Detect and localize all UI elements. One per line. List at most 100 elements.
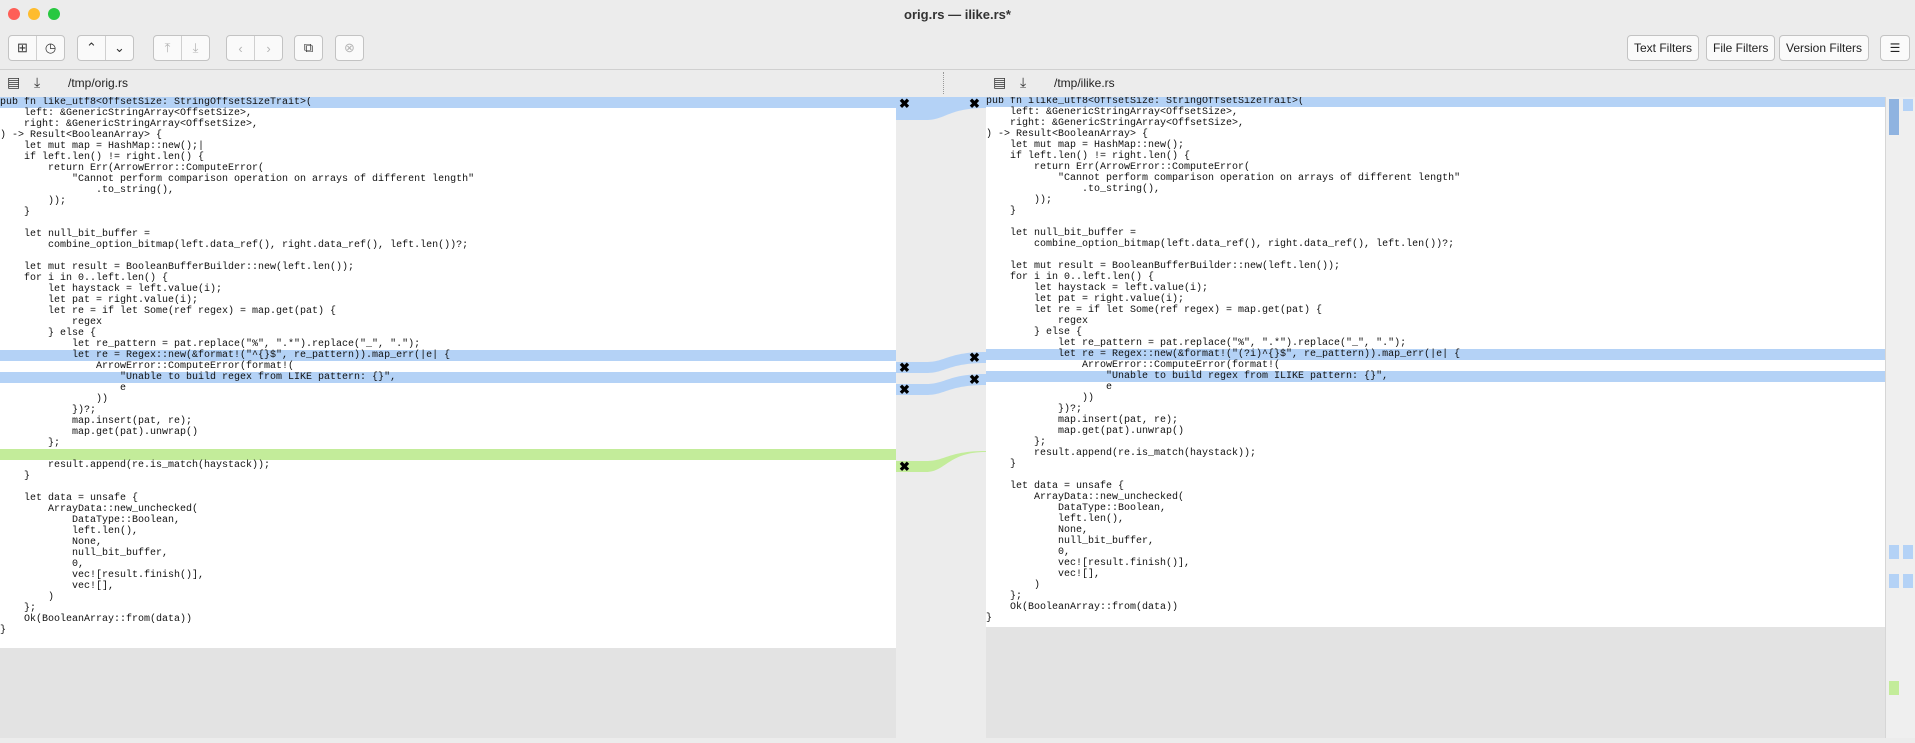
left-code-line: let haystack = left.value(i); (0, 284, 223, 295)
right-code-line: } (986, 206, 1017, 217)
right-code-line: )); (986, 195, 1053, 206)
left-text-area[interactable]: pub fn like_utf8<OffsetSize: StringOffse… (0, 97, 896, 648)
merge-change-1-icon[interactable]: ✖ (899, 97, 910, 110)
left-text-pane[interactable]: pub fn like_utf8<OffsetSize: StringOffse… (0, 97, 896, 738)
left-code-line: return Err(ArrowError::ComputeError( (0, 163, 265, 174)
right-file-path[interactable]: /tmp/ilike.rs (1054, 76, 1115, 90)
right-code-line: } else { (986, 327, 1083, 338)
right-code-line: "Cannot perform comparison operation on … (986, 173, 1461, 184)
right-code-line: 0, (986, 547, 1071, 558)
right-code-line: null_bit_buffer, (986, 536, 1155, 547)
last-difference-icon: ⤓ (192, 40, 199, 55)
right-code-line: None, (986, 525, 1089, 536)
left-code-line: } else { (0, 328, 97, 339)
left-code-line: )) (0, 394, 109, 405)
right-code-line: vec![], (986, 569, 1101, 580)
left-code-line: map.get(pat).unwrap() (0, 427, 199, 438)
left-code-line: if left.len() != right.len() { (0, 152, 205, 163)
prev-difference-icon: ⌃ (86, 40, 97, 55)
stop-button[interactable]: ⊗ (336, 36, 363, 60)
diff-overview-scrollbar[interactable] (1885, 97, 1915, 738)
right-code-line: combine_option_bitmap(left.data_ref(), r… (986, 239, 1455, 250)
window-title: orig.rs — ilike.rs* (904, 7, 1011, 22)
left-code-line: ArrayData::new_unchecked( (0, 504, 199, 515)
menu-button[interactable]: ☰ (1880, 35, 1910, 61)
scroll-thumb[interactable] (1889, 99, 1899, 135)
left-file-icon[interactable]: ▤ (7, 74, 20, 91)
right-code-line: vec![result.finish()], (986, 558, 1191, 569)
right-code-line: } (986, 613, 993, 624)
swap-sides-button[interactable]: ⧉ (295, 36, 322, 60)
new-comparison-button[interactable]: ⊞ (9, 36, 37, 60)
right-code-line: right: &GenericStringArray<OffsetSize>, (986, 118, 1245, 129)
right-code-line: e (986, 382, 1113, 393)
right-code-line: let null_bit_buffer = (986, 228, 1137, 239)
left-code-line: }; (0, 438, 61, 449)
last-difference-button[interactable]: ⤓ (182, 36, 209, 60)
history-nav-group: ‹ › (226, 35, 283, 61)
right-code-line: ) -> Result<BooleanArray> { (986, 129, 1149, 140)
left-code-line: )); (0, 196, 67, 207)
right-code-line: let data = unsafe { (986, 481, 1125, 492)
right-code-line: ArrowError::ComputeError(format!( (986, 360, 1281, 371)
left-code-line: "Cannot perform comparison operation on … (0, 174, 475, 185)
difference-nav-group: ⌃ ⌄ (77, 35, 134, 61)
forward-button[interactable]: › (255, 36, 282, 60)
merge-right-change-3-icon[interactable]: ✖ (969, 373, 980, 386)
file-filters-button[interactable]: File Filters (1706, 35, 1776, 61)
left-code-line: .to_string(), (0, 185, 175, 196)
left-code-line: let data = unsafe { (0, 493, 139, 504)
forward-icon: › (266, 40, 271, 56)
left-code-line: pub fn like_utf8<OffsetSize: StringOffse… (0, 97, 313, 108)
next-difference-button[interactable]: ⌄ (106, 36, 133, 60)
right-code-line: let mut result = BooleanBufferBuilder::n… (986, 261, 1341, 272)
right-code-line: .to_string(), (986, 184, 1161, 195)
right-code-line: ArrayData::new_unchecked( (986, 492, 1185, 503)
right-save-icon[interactable]: ⤓ (1020, 74, 1026, 91)
left-code-line: result.append(re.is_match(haystack)); (0, 460, 271, 471)
left-code-line: ) (0, 592, 55, 603)
text-filters-button[interactable]: Text Filters (1627, 35, 1700, 61)
toolbar: ⊞ ◷ ⌃ ⌄ ⤒ ⤓ ‹ › ⧉ ⊗ Text Filters File Fi… (0, 29, 1915, 70)
left-code-line: } (0, 471, 31, 482)
right-code-line: let haystack = left.value(i); (986, 283, 1209, 294)
left-code-line: let mut map = HashMap::new();| (0, 141, 205, 152)
merge-removal-icon[interactable]: ✖ (899, 460, 910, 473)
right-code-line: pub fn ilike_utf8<OffsetSize: StringOffs… (986, 97, 1305, 107)
left-code-line: regex (0, 317, 103, 328)
merge-right-change-1-icon[interactable]: ✖ (969, 97, 980, 110)
overview-change-3 (1903, 545, 1913, 559)
left-code-line: let re = Regex::new(&format!("^{}$", re_… (0, 350, 451, 361)
right-code-line: let re = Regex::new(&format!("(?i)^{}$",… (986, 349, 1461, 360)
swap-group: ⧉ (294, 35, 323, 61)
left-code-line: ArrowError::ComputeError(format!( (0, 361, 295, 372)
history-button[interactable]: ◷ (37, 36, 64, 60)
merge-change-2-icon[interactable]: ✖ (899, 361, 910, 374)
right-code-line: let pat = right.value(i); (986, 294, 1185, 305)
right-path-bar: ▤ ⤓ /tmp/ilike.rs (944, 70, 1915, 96)
right-code-line: left.len(), (986, 514, 1125, 525)
version-filters-button[interactable]: Version Filters (1779, 35, 1870, 61)
right-code-line: Ok(BooleanArray::from(data)) (986, 602, 1179, 613)
right-code-line: return Err(ArrowError::ComputeError( (986, 162, 1251, 173)
session-button-group: ⊞ ◷ (8, 35, 65, 61)
prev-difference-button[interactable]: ⌃ (78, 36, 106, 60)
menu-icon: ☰ (1889, 41, 1901, 55)
overview-change-1 (1903, 99, 1913, 111)
left-file-path[interactable]: /tmp/orig.rs (68, 76, 128, 90)
left-code-line: right: &GenericStringArray<OffsetSize>, (0, 119, 259, 130)
right-text-pane[interactable]: pub fn ilike_utf8<OffsetSize: StringOffs… (986, 97, 1885, 738)
merge-right-change-2-icon[interactable]: ✖ (969, 351, 980, 364)
left-code-line: e (0, 383, 127, 394)
merge-change-3-icon[interactable]: ✖ (899, 383, 910, 396)
first-difference-button[interactable]: ⤒ (154, 36, 182, 60)
right-code-line: left: &GenericStringArray<OffsetSize>, (986, 107, 1239, 118)
back-button[interactable]: ‹ (227, 36, 255, 60)
left-code-line: for i in 0..left.len() { (0, 273, 169, 284)
right-text-area[interactable]: pub fn ilike_utf8<OffsetSize: StringOffs… (986, 97, 1885, 627)
right-file-icon[interactable]: ▤ (993, 74, 1006, 91)
back-icon: ‹ (238, 40, 243, 56)
overview-change-2 (1889, 545, 1899, 559)
left-code-line: let null_bit_buffer = (0, 229, 151, 240)
left-save-icon[interactable]: ⤓ (34, 74, 40, 91)
